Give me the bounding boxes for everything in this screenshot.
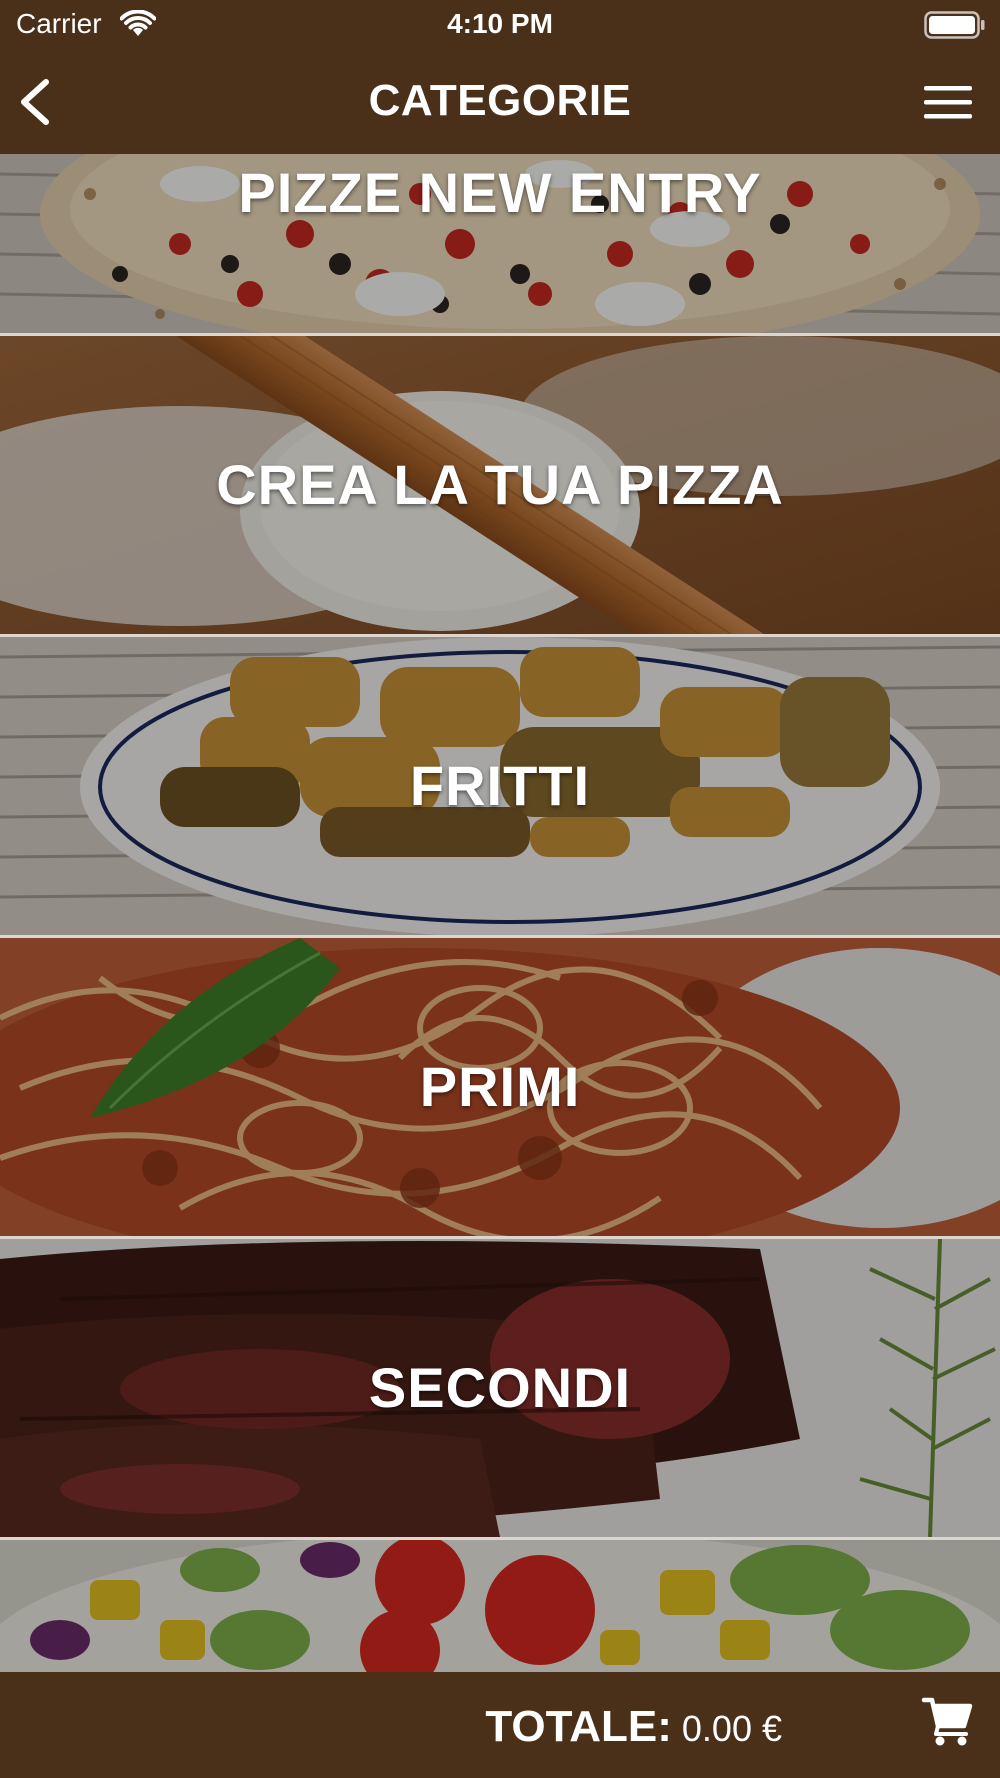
total-label: TOTALE: (485, 1702, 672, 1751)
category-label: SECONDI (368, 1356, 632, 1419)
category-list[interactable]: PIZZE NEW ENTRY CREA LA TUA PIZZA FRITTI… (0, 154, 1000, 1672)
category-label: CREA LA TUA PIZZA (216, 453, 784, 516)
total-container: TOTALE: 0.00 € (0, 1702, 782, 1752)
cart-icon[interactable] (920, 1692, 976, 1748)
category-salad-partial[interactable] (0, 1540, 1000, 1672)
status-time: 4:10 PM (447, 8, 553, 39)
category-fritti[interactable]: FRITTI (0, 637, 1000, 935)
battery-icon (924, 11, 985, 39)
cart-summary-bar: TOTALE: 0.00 € (0, 1672, 1000, 1778)
hamburger-menu-icon[interactable] (916, 76, 976, 128)
category-primi[interactable]: PRIMI (0, 938, 1000, 1236)
category-label: FRITTI (409, 754, 591, 817)
navigation-bar: CATEGORIE (0, 50, 1000, 154)
category-pizze-new-entry[interactable]: PIZZE NEW ENTRY (0, 154, 1000, 333)
page-title: CATEGORIE (368, 76, 632, 125)
image-overlay (0, 1540, 1000, 1672)
status-bar: Carrier 4:10 PM (0, 0, 1000, 50)
app-screen: Carrier 4:10 PM CATEGORIE PIZZE NEW ENTR… (0, 0, 1000, 1778)
total-value: 0.00 € (681, 1708, 782, 1749)
category-label: PIZZE NEW ENTRY (238, 161, 762, 224)
category-secondi[interactable]: SECONDI (0, 1239, 1000, 1537)
category-crea-la-tua-pizza[interactable]: CREA LA TUA PIZZA (0, 336, 1000, 634)
category-label: PRIMI (419, 1055, 581, 1118)
